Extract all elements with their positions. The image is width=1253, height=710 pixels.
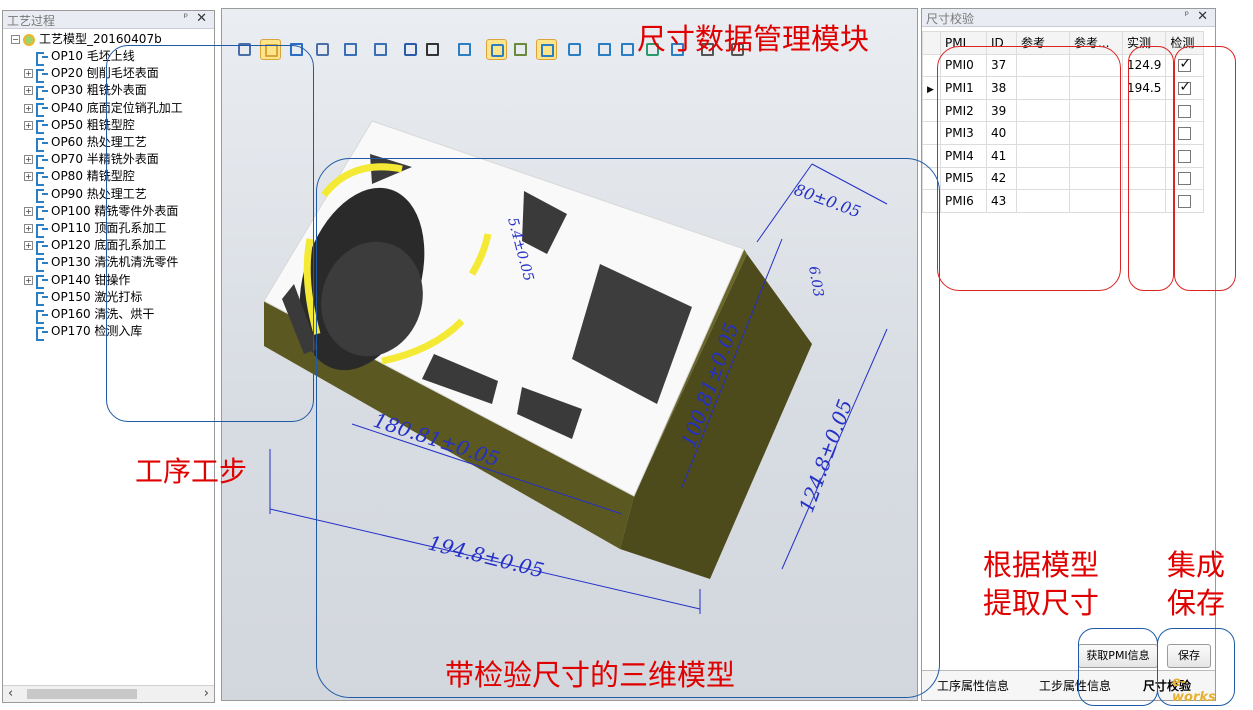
scroll-left-icon[interactable]: ‹ <box>8 686 13 701</box>
operation-icon <box>36 189 48 204</box>
pmi-panel-header: 尺寸校验 ᵖ ✕ <box>922 9 1215 27</box>
label-extract-1: 根据模型 <box>983 548 1100 582</box>
label-extract-2: 提取尺寸 <box>983 586 1100 620</box>
horizontal-scrollbar[interactable]: ‹ › <box>3 685 214 702</box>
operation-icon <box>36 154 48 169</box>
get-pmi-highlight <box>1078 628 1158 706</box>
operation-icon <box>36 326 48 341</box>
expand-icon[interactable]: + <box>24 103 33 113</box>
pmi-panel-title: 尺寸校验 <box>926 12 975 26</box>
operation-icon <box>36 275 48 290</box>
expand-icon[interactable]: + <box>24 69 33 79</box>
operation-icon <box>36 85 48 100</box>
operation-icon <box>36 257 48 272</box>
expand-icon[interactable]: + <box>24 206 33 216</box>
label-pmi-module: 尺寸数据管理模块 <box>637 22 870 56</box>
pin-icon[interactable]: ᵖ <box>184 12 188 23</box>
label-model: 带检验尺寸的三维模型 <box>445 658 736 692</box>
expand-icon[interactable]: + <box>24 155 33 165</box>
operation-icon <box>36 240 48 255</box>
save-highlight <box>1157 628 1235 706</box>
pin-icon[interactable]: ᵖ <box>1185 10 1189 21</box>
operation-icon <box>36 206 48 221</box>
tab-process-props[interactable]: 工序属性信息 <box>937 677 1009 694</box>
process-panel-title: 工艺过程 <box>7 14 56 28</box>
operation-icon <box>36 68 48 83</box>
scroll-right-icon[interactable]: › <box>204 686 209 701</box>
model-icon <box>23 33 35 46</box>
expand-icon[interactable]: + <box>24 86 33 96</box>
tree-root-label: 工艺模型_20160407b <box>39 32 162 46</box>
operation-icon <box>36 51 48 66</box>
operation-icon <box>36 171 48 186</box>
expand-icon[interactable]: + <box>24 224 33 233</box>
operation-icon <box>36 309 48 324</box>
operation-icon <box>36 137 48 152</box>
close-icon[interactable]: ✕ <box>1197 9 1208 24</box>
expand-icon[interactable]: + <box>24 241 33 251</box>
expand-icon[interactable]: + <box>24 120 33 130</box>
label-save-1: 集成 <box>1167 548 1226 582</box>
expand-icon[interactable]: + <box>24 172 33 182</box>
label-process-steps: 工序工步 <box>135 455 248 488</box>
actual-highlight <box>1128 46 1174 291</box>
current-row-icon: ▶ <box>927 84 934 95</box>
process-steps-highlight <box>106 45 314 422</box>
expand-icon[interactable]: + <box>24 275 33 285</box>
close-icon[interactable]: ✕ <box>196 11 207 26</box>
operation-icon <box>36 223 48 238</box>
operation-icon <box>36 103 48 118</box>
check-highlight <box>1174 46 1236 291</box>
pmi-id-highlight <box>937 46 1121 291</box>
process-panel-header: 工艺过程 ᵖ ✕ <box>3 11 214 29</box>
label-save-2: 保存 <box>1167 586 1226 620</box>
operation-icon <box>36 120 48 135</box>
scroll-thumb[interactable] <box>27 689 137 699</box>
row-selector-header <box>922 31 941 55</box>
operation-icon <box>36 292 48 307</box>
model-highlight <box>316 158 940 698</box>
collapse-icon[interactable]: − <box>11 35 20 44</box>
